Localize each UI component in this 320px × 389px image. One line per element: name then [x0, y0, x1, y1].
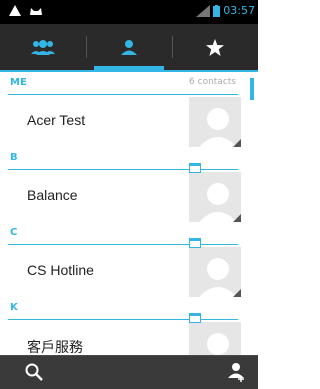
- scrollbar-thumb[interactable]: [250, 78, 254, 100]
- sim-badge-icon: [189, 313, 201, 323]
- contact-name: 客戶服務: [27, 339, 83, 355]
- contact-photo[interactable]: [189, 247, 241, 297]
- contacts-count: 6 contacts: [189, 77, 236, 87]
- sim-badge-icon: [189, 238, 201, 248]
- search-button[interactable]: [25, 363, 43, 385]
- add-contact-icon: [228, 363, 244, 382]
- tab-selection-indicator: [94, 66, 164, 70]
- cat-notification-icon: [30, 8, 42, 15]
- tab-all-contacts[interactable]: [86, 24, 172, 70]
- warning-icon: [9, 5, 21, 16]
- contact-name: CS Hotline: [27, 262, 94, 278]
- sim-badge-icon: [189, 163, 201, 173]
- contact-name: Balance: [27, 187, 78, 203]
- list-item[interactable]: Balance: [0, 163, 246, 222]
- person-icon: [121, 40, 137, 55]
- star-icon: [206, 38, 224, 56]
- tab-favorites[interactable]: [172, 24, 258, 70]
- contact-photo[interactable]: [189, 322, 241, 355]
- contact-list[interactable]: ME 6 contacts Acer Test B Balance C CS H…: [0, 72, 246, 355]
- signal-icon: [196, 4, 211, 17]
- group-icon: [31, 40, 55, 55]
- contact-photo[interactable]: [189, 97, 241, 147]
- default-avatar-icon: [199, 108, 237, 147]
- list-item[interactable]: Acer Test: [0, 95, 246, 147]
- status-time: 03:57: [223, 4, 255, 17]
- section-letter: ME: [10, 77, 27, 88]
- status-bar: 03:57: [0, 0, 258, 24]
- section-letter: C: [10, 227, 18, 238]
- search-icon: [25, 363, 43, 381]
- contact-photo[interactable]: [189, 172, 241, 222]
- bottom-action-bar: [0, 355, 258, 389]
- list-item[interactable]: 客戶服務: [0, 313, 246, 355]
- default-avatar-icon: [199, 258, 237, 297]
- battery-icon: [213, 4, 221, 17]
- list-item[interactable]: CS Hotline: [0, 238, 246, 297]
- section-header-b: B: [8, 147, 238, 170]
- tab-bar: [0, 24, 258, 72]
- section-header-c: C: [8, 222, 238, 245]
- section-letter: K: [10, 302, 18, 313]
- add-contact-button[interactable]: [228, 362, 246, 386]
- section-header-k: K: [8, 297, 238, 320]
- section-letter: B: [10, 152, 18, 163]
- contact-name: Acer Test: [27, 112, 86, 128]
- default-avatar-icon: [207, 333, 229, 355]
- default-avatar-icon: [199, 183, 237, 222]
- section-header-me: ME 6 contacts: [8, 72, 238, 95]
- tab-groups[interactable]: [0, 24, 86, 70]
